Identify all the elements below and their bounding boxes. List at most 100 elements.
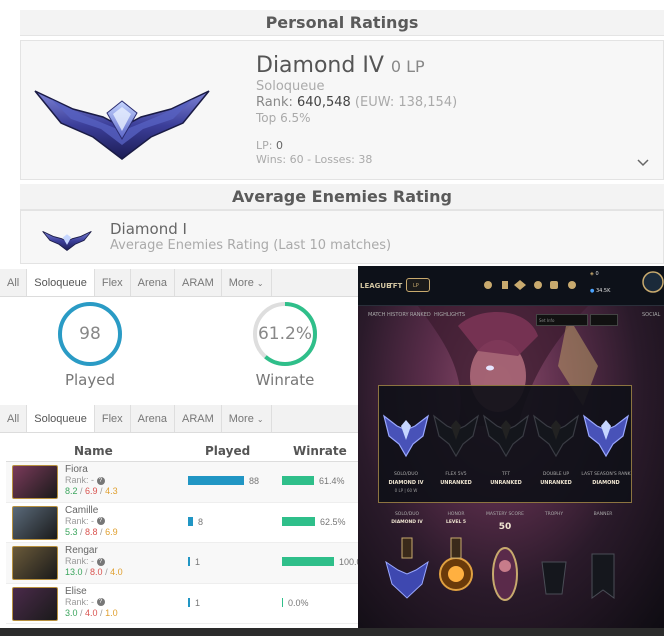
table-row[interactable]: Camille Rank: - ? 5.3 / 8.8 / 6.9 8 62.5… — [6, 503, 358, 543]
kda: 8.2 / 6.9 / 4.3 — [65, 486, 118, 496]
lp-prefix: LP: — [256, 139, 273, 152]
tab-more[interactable]: More ⌄ — [222, 405, 272, 432]
client-filter-select[interactable] — [590, 314, 618, 326]
champion-name[interactable]: Rengar — [65, 545, 98, 556]
kda-separator: / — [77, 486, 86, 496]
subnav-highlights[interactable]: HIGHLIGHTS — [434, 312, 465, 318]
subnav-ranked[interactable]: RANKED — [410, 312, 431, 318]
played-value: 98 — [79, 324, 101, 344]
deaths: 6.9 — [85, 486, 98, 496]
chevron-down-icon[interactable] — [637, 159, 649, 167]
profile-avatar[interactable] — [642, 268, 664, 304]
profile-slot[interactable]: BANNER — [578, 512, 628, 622]
assists: 6.9 — [105, 526, 118, 537]
champion-name[interactable]: Elise — [65, 586, 87, 597]
champion-portrait[interactable] — [12, 586, 58, 621]
deaths: 4.0 — [85, 607, 98, 618]
tab-more-label: More — [228, 413, 254, 425]
tab-arena[interactable]: Arena — [131, 269, 175, 296]
kills: 8.2 — [65, 486, 78, 496]
assists: 4.0 — [110, 567, 123, 577]
played-bar — [188, 516, 193, 526]
kda-separator: / — [77, 526, 86, 537]
ranked-queue: LAST SEASON'S RANK — [581, 472, 631, 477]
tab-all[interactable]: All — [0, 405, 28, 432]
winrate-percent: 0.0% — [288, 597, 309, 608]
average-tier: Diamond I — [110, 220, 187, 238]
table-row[interactable]: Elise Rank: - ? 3.0 / 4.0 / 1.0 1 0.0% — [6, 584, 358, 624]
winrate-bar — [282, 516, 315, 526]
champion-portrait[interactable] — [12, 505, 58, 540]
profile-slot[interactable]: TROPHY — [529, 512, 579, 622]
played-bar — [188, 476, 244, 485]
rp-currency[interactable]: ◈ 0 — [590, 271, 599, 277]
banner-icon — [591, 553, 615, 599]
tab-soloqueue[interactable]: Soloqueue — [27, 405, 95, 432]
profile-slot[interactable]: SOLO/DUO DIAMOND IV — [382, 512, 432, 622]
ranked-slot[interactable]: SOLO/DUO DIAMOND IV 0 LP | 60 W — [381, 386, 431, 504]
help-icon[interactable]: ? — [96, 476, 105, 485]
winrate-percent: 61.4% — [319, 476, 345, 486]
help-icon[interactable]: ? — [96, 517, 105, 526]
diamond-crest-icon — [385, 537, 429, 599]
ranked-queue: SOLO/DUO — [393, 472, 419, 477]
tier-label: Diamond IV — [256, 53, 384, 78]
profile-slot-label: BANNER — [593, 512, 613, 517]
tab-all[interactable]: All — [0, 269, 28, 296]
rank-prefix: Rank: — [256, 95, 293, 110]
kills: 5.3 — [65, 526, 78, 537]
table-row[interactable]: Fiora Rank: - ? 8.2 / 6.9 / 4.3 88 61.4% — [6, 462, 358, 503]
nav-tft[interactable]: TFT — [388, 282, 402, 290]
nav-league[interactable]: LEAGUE — [360, 282, 391, 290]
champion-portrait[interactable] — [12, 465, 58, 499]
collection-icon — [502, 281, 508, 289]
wins-losses: Wins: 60 - Losses: 38 — [256, 153, 373, 166]
rank-region: (EUW: 138,154) — [354, 95, 458, 110]
champion-rank: Rank: - ? — [65, 556, 105, 566]
unranked-emblem-icon — [432, 414, 480, 458]
ranked-slot[interactable]: TFT UNRANKED — [481, 386, 531, 504]
ranked-queue: DOUBLE UP — [542, 472, 570, 477]
deaths: 8.0 — [90, 567, 103, 577]
help-icon[interactable]: ? — [96, 557, 105, 566]
champion-name[interactable]: Camille — [65, 505, 98, 516]
profile-icon — [484, 281, 492, 289]
tab-more[interactable]: More ⌄ — [222, 269, 272, 296]
tab-soloqueue[interactable]: Soloqueue — [27, 269, 95, 296]
tab-aram[interactable]: ARAM — [175, 269, 222, 296]
personal-rank-card: Diamond IV 0 LP Soloqueue Rank: 640,548 … — [20, 40, 664, 180]
rank-line: Rank: 640,548 (EUW: 138,154) — [256, 95, 457, 110]
ranked-slot[interactable]: LAST SEASON'S RANK DIAMOND — [581, 386, 631, 504]
profile-slot[interactable]: MASTERY SCORE 50 — [480, 512, 530, 622]
level-badge: LP — [406, 278, 430, 292]
help-icon[interactable]: ? — [96, 598, 105, 607]
queue-tabs-top: All Soloqueue Flex Arena ARAM More ⌄ — [0, 269, 358, 297]
champion-rank: Rank: - ? — [65, 597, 105, 607]
champion-rank-label: Rank: - — [65, 596, 95, 607]
ranked-tier: UNRANKED — [440, 480, 472, 486]
be-currency[interactable]: ● 34.5K — [590, 288, 610, 294]
personal-ratings-header: Personal Ratings — [20, 10, 664, 36]
blue-essence-icon: ● — [590, 288, 595, 294]
col-winrate[interactable]: Winrate — [293, 444, 347, 458]
ranked-slot[interactable]: DOUBLE UP UNRANKED — [531, 386, 581, 504]
champion-rank: Rank: - ? — [65, 475, 105, 485]
played-label: Played — [64, 371, 116, 389]
table-row[interactable]: Rengar Rank: - ? 13.0 / 8.0 / 4.0 1 100.… — [6, 543, 370, 584]
social-label[interactable]: SOCIAL — [642, 312, 660, 318]
profile-slot[interactable]: HONOR LEVEL 5 — [431, 512, 481, 622]
col-name[interactable]: Name — [74, 444, 113, 458]
champion-portrait[interactable] — [12, 546, 58, 580]
tab-arena[interactable]: Arena — [131, 405, 175, 432]
ranked-slot[interactable]: FLEX 5V5 UNRANKED — [431, 386, 481, 504]
tab-flex[interactable]: Flex — [95, 269, 131, 296]
champion-name[interactable]: Fiora — [65, 464, 88, 475]
deaths: 8.8 — [85, 526, 98, 537]
diamond-emblem-icon — [382, 414, 430, 458]
client-search-input[interactable]: Set Info — [536, 314, 588, 326]
tab-aram[interactable]: ARAM — [175, 405, 222, 432]
subnav-match-history[interactable]: MATCH HISTORY — [368, 312, 409, 318]
tab-flex[interactable]: Flex — [95, 405, 131, 432]
col-played[interactable]: Played — [205, 444, 250, 458]
champion-rank-label: Rank: - — [65, 475, 95, 485]
